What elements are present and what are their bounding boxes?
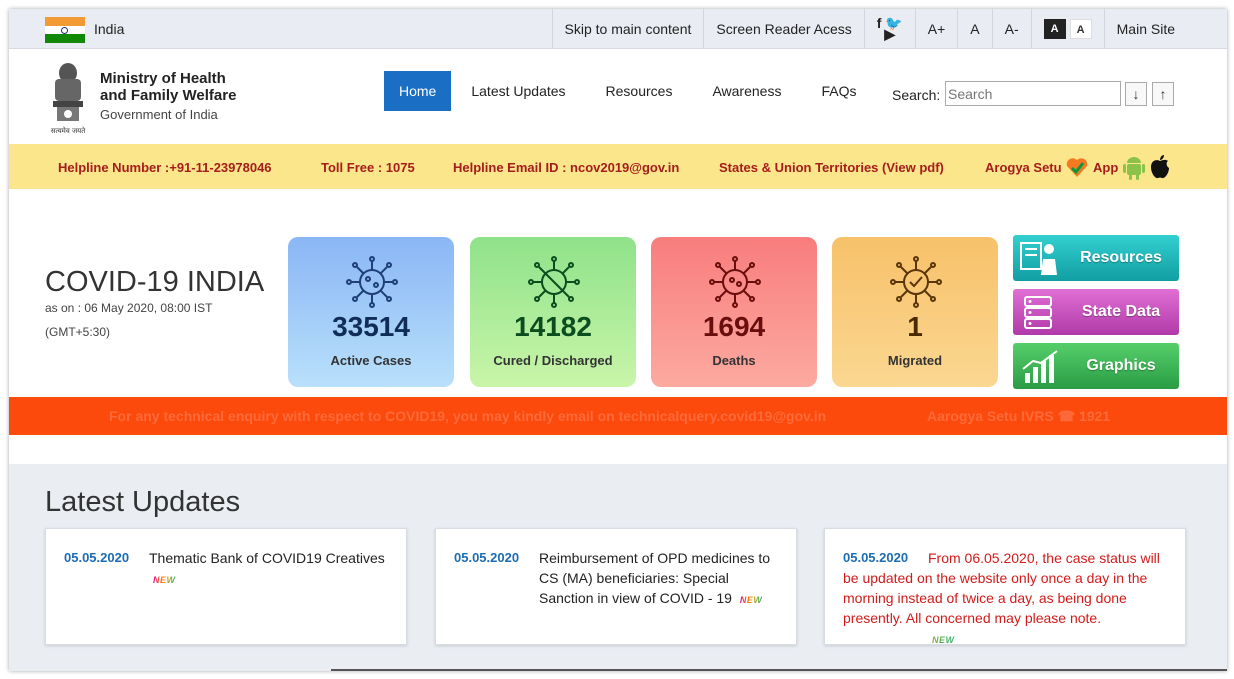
font-normal-button[interactable]: A bbox=[957, 9, 991, 49]
virus-death-icon bbox=[709, 256, 761, 308]
helpline-email[interactable]: Helpline Email ID : ncov2019@gov.in bbox=[453, 160, 679, 175]
covid-india-title: COVID-19 INDIA bbox=[45, 266, 265, 298]
top-bar: India Skip to main content Screen Reader… bbox=[9, 9, 1227, 49]
nav-latest-updates[interactable]: Latest Updates bbox=[451, 71, 585, 111]
deaths-count: 1694 bbox=[702, 311, 766, 342]
nav-faqs[interactable]: FAQs bbox=[801, 71, 876, 111]
india-flag-icon bbox=[45, 17, 85, 43]
update-card[interactable]: 05.05.2020 From 06.05.2020, the case sta… bbox=[824, 528, 1186, 645]
bar-chart-icon bbox=[1022, 350, 1058, 383]
new-badge-icon: NEW bbox=[740, 590, 763, 610]
skip-to-main-link[interactable]: Skip to main content bbox=[551, 9, 704, 49]
as-on-timestamp: as on : 06 May 2020, 08:00 IST bbox=[45, 301, 213, 315]
helpline-bar: Helpline Number :+91-11-23978046 Toll Fr… bbox=[9, 144, 1227, 189]
browser-frame: India Skip to main content Screen Reader… bbox=[9, 9, 1227, 671]
arogya-setu-label[interactable]: Arogya Setu bbox=[985, 160, 1062, 175]
cured-card[interactable]: 14182 Cured / Discharged bbox=[470, 237, 636, 387]
high-contrast-button[interactable]: A bbox=[1043, 19, 1066, 39]
main-site-link[interactable]: Main Site bbox=[1103, 9, 1187, 49]
state-data-icon bbox=[1024, 296, 1052, 329]
main-nav: Home Latest Updates Resources Awareness … bbox=[384, 71, 876, 111]
app-label[interactable]: App bbox=[1093, 160, 1118, 175]
migrated-label: Migrated bbox=[887, 353, 943, 368]
graphics-button-label: Graphics bbox=[1086, 357, 1156, 374]
horizontal-scrollbar[interactable] bbox=[331, 669, 1227, 671]
nav-resources[interactable]: Resources bbox=[586, 71, 693, 111]
national-emblem-icon[interactable]: सत्यमेव जयते bbox=[45, 59, 91, 135]
emblem-motto: सत्यमेव जयते bbox=[51, 126, 86, 135]
contrast-toggle: A A bbox=[1030, 9, 1104, 49]
heart-icon bbox=[1066, 158, 1088, 177]
youtube-icon[interactable]: ▶ bbox=[884, 27, 895, 41]
active-cases-count: 33514 bbox=[332, 311, 410, 342]
government-label: Government of India bbox=[100, 107, 218, 122]
update-text[interactable]: Thematic Bank of COVID19 Creatives NEW bbox=[149, 548, 389, 590]
virus-migrated-icon bbox=[890, 256, 942, 308]
new-badge-icon: NEW bbox=[153, 570, 176, 590]
screen-reader-link[interactable]: Screen Reader Acess bbox=[703, 9, 863, 49]
update-text[interactable]: From 06.05.2020, the case status will be… bbox=[843, 548, 1173, 650]
apple-icon[interactable] bbox=[1149, 154, 1171, 180]
update-card[interactable]: 05.05.2020 Thematic Bank of COVID19 Crea… bbox=[45, 528, 407, 645]
resources-button-label: Resources bbox=[1080, 249, 1162, 266]
graphics-button[interactable]: Graphics bbox=[1013, 343, 1179, 389]
deaths-card[interactable]: 1694 Deaths bbox=[651, 237, 817, 387]
deaths-label: Deaths bbox=[712, 353, 756, 368]
search-label: Search: bbox=[892, 87, 941, 103]
top-links: Skip to main content Screen Reader Acess… bbox=[551, 9, 1187, 49]
ministry-name[interactable]: Ministry of Health and Family Welfare bbox=[100, 70, 236, 104]
helpline-number[interactable]: Helpline Number :+91-11-23978046 bbox=[58, 160, 272, 175]
nav-awareness[interactable]: Awareness bbox=[692, 71, 801, 111]
active-cases-card[interactable]: 33514 Active Cases bbox=[288, 237, 454, 387]
aarogya-setu-ivrs-text[interactable]: Aarogya Setu IVRS ☎ 1921 bbox=[927, 408, 1110, 425]
cured-label: Cured / Discharged bbox=[493, 353, 613, 368]
search-next-button[interactable]: ↓ bbox=[1125, 82, 1147, 106]
normal-contrast-button[interactable]: A bbox=[1069, 19, 1092, 39]
nav-home[interactable]: Home bbox=[384, 71, 452, 111]
states-pdf-link[interactable]: States & Union Territories (View pdf) bbox=[719, 160, 944, 175]
android-icon[interactable] bbox=[1123, 154, 1145, 180]
search-prev-button[interactable]: ↑ bbox=[1152, 82, 1174, 106]
update-text[interactable]: Reimbursement of OPD medicines to CS (MA… bbox=[539, 548, 779, 610]
social-icons: f 🐦 ▶ bbox=[863, 9, 915, 49]
update-card[interactable]: 05.05.2020 Reimbursement of OPD medicine… bbox=[435, 528, 797, 645]
timezone-label: (GMT+5:30) bbox=[45, 325, 111, 339]
font-decrease-button[interactable]: A- bbox=[991, 9, 1031, 49]
migrated-card[interactable]: 1 Migrated bbox=[832, 237, 998, 387]
resources-button[interactable]: Resources bbox=[1013, 235, 1179, 281]
technical-enquiry-text[interactable]: For any technical enquiry with respect t… bbox=[109, 408, 826, 424]
state-data-button[interactable]: State Data bbox=[1013, 289, 1179, 335]
virus-icon bbox=[346, 256, 398, 308]
font-increase-button[interactable]: A+ bbox=[914, 9, 958, 49]
virus-cured-icon bbox=[528, 256, 580, 308]
active-cases-label: Active Cases bbox=[330, 353, 412, 368]
cured-count: 14182 bbox=[514, 311, 592, 342]
new-badge-icon: NEW bbox=[847, 630, 955, 650]
search-input[interactable] bbox=[945, 81, 1121, 106]
state-data-button-label: State Data bbox=[1081, 303, 1161, 320]
resources-icon bbox=[1020, 242, 1057, 275]
update-date: 05.05.2020 bbox=[64, 550, 130, 565]
latest-updates-title: Latest Updates bbox=[45, 486, 241, 518]
country-label: India bbox=[94, 21, 125, 37]
update-date: 05.05.2020 bbox=[454, 550, 520, 565]
toll-free-number[interactable]: Toll Free : 1075 bbox=[321, 160, 415, 175]
migrated-count: 1 bbox=[907, 311, 923, 342]
announcement-ticker: For any technical enquiry with respect t… bbox=[9, 397, 1227, 435]
